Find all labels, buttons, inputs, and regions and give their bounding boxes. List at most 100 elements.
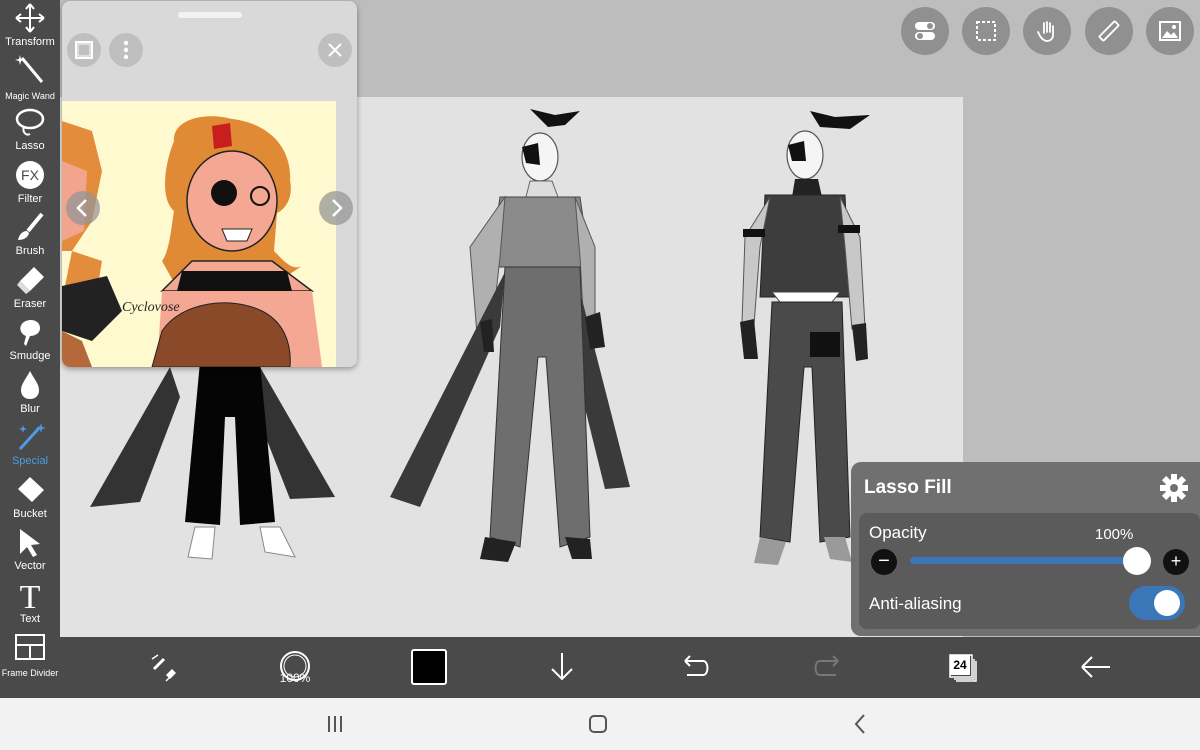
home-icon <box>589 715 607 733</box>
fx-glyph: FX <box>21 167 40 183</box>
recent-apps-icon <box>328 716 342 732</box>
toggle-switches-icon <box>915 22 935 40</box>
reference-artwork: Cyclovose <box>62 116 322 367</box>
swap-brush-eraser-icon <box>151 654 176 682</box>
reference-window[interactable]: Cyclovose <box>62 1 357 367</box>
tool-label: Brush <box>15 245 45 257</box>
gear-icon[interactable] <box>1158 472 1190 504</box>
tool-magic-wand[interactable]: Magic Wand <box>0 52 60 104</box>
tool-brush[interactable]: Brush <box>0 209 60 261</box>
tool-text[interactable]: T Text <box>0 577 60 629</box>
selection-button[interactable] <box>962 7 1010 55</box>
more-vertical-icon <box>123 40 129 60</box>
tool-label: Vector <box>14 560 46 572</box>
undo-icon <box>684 655 709 676</box>
tool-filter[interactable]: FX Filter <box>0 157 60 209</box>
reference-next-button[interactable] <box>319 191 353 225</box>
tool-label: Special <box>11 455 49 467</box>
move-arrows-icon <box>15 3 45 33</box>
brush-eraser-swap-button[interactable] <box>140 647 184 687</box>
brush-size-button[interactable]: 100% <box>273 647 317 687</box>
selection-marquee-icon <box>976 21 996 41</box>
chevron-left-icon <box>76 199 87 217</box>
reference-signature: Cyclovose <box>122 300 180 315</box>
tool-smudge[interactable]: Smudge <box>0 314 60 366</box>
ibispaint-screen: Cyclovose Transform Magic Wand Lasso FX … <box>0 0 1200 750</box>
lasso-icon <box>15 108 45 136</box>
tool-label: Bucket <box>13 508 47 520</box>
close-icon <box>328 43 342 57</box>
redo-icon <box>814 655 839 676</box>
tool-label: Text <box>19 613 41 625</box>
brush-icon <box>18 212 44 240</box>
bucket-icon <box>18 477 44 502</box>
sparkle-wand-icon <box>18 423 46 451</box>
home-button[interactable] <box>583 710 613 738</box>
tool-label: Blur <box>20 403 40 415</box>
tool-label: Smudge <box>9 350 51 362</box>
eraser-icon <box>17 267 44 294</box>
opacity-value: 100% <box>1095 526 1134 543</box>
recent-apps-button[interactable] <box>320 710 350 738</box>
tool-bucket[interactable]: Bucket <box>0 472 60 524</box>
opacity-slider-thumb[interactable] <box>1123 547 1151 575</box>
reference-frame-button[interactable] <box>67 33 101 67</box>
antialias-label: Anti-aliasing <box>869 594 962 613</box>
image-material-icon <box>1159 21 1181 41</box>
tool-label: Filter <box>17 193 43 205</box>
tool-label: Frame Divider <box>1 668 59 678</box>
tool-frame-divider[interactable]: Frame Divider <box>0 629 60 681</box>
figure-one <box>90 362 335 560</box>
antialias-toggle[interactable] <box>1129 586 1185 620</box>
tool-label: Lasso <box>15 140 45 152</box>
system-nav-bar <box>0 698 1200 750</box>
tool-label: Transform <box>5 36 55 48</box>
tool-special[interactable]: Special <box>0 419 60 471</box>
arrow-left-icon <box>1081 656 1110 678</box>
text-t-icon: T <box>20 579 41 616</box>
cursor-arrow-icon <box>20 529 40 557</box>
download-button[interactable] <box>540 647 584 687</box>
color-swatch[interactable] <box>411 649 447 685</box>
frame-square-icon <box>75 41 93 59</box>
reference-prev-button[interactable] <box>66 191 100 225</box>
toggle-switches-button[interactable] <box>901 7 949 55</box>
tool-label: Eraser <box>13 298 47 310</box>
opacity-decrease-button[interactable]: − <box>871 549 897 575</box>
bottom-toolbar: 100% 24 <box>60 637 1200 698</box>
back-button[interactable] <box>846 710 876 738</box>
magic-wand-icon <box>15 55 44 83</box>
tool-vector[interactable]: Vector <box>0 524 60 576</box>
hand-touch-icon <box>1037 21 1054 42</box>
lasso-fill-panel: Lasso Fill Opacity 100% − + Anti-aliasin… <box>851 462 1200 636</box>
redo-button[interactable] <box>806 647 850 687</box>
tool-blur[interactable]: Blur <box>0 367 60 419</box>
back-arrow-button[interactable] <box>1074 647 1118 687</box>
arrow-down-icon <box>551 653 573 681</box>
reference-menu-button[interactable] <box>109 33 143 67</box>
material-button[interactable] <box>1146 7 1194 55</box>
smudge-icon <box>20 320 40 346</box>
fx-icon: FX <box>16 161 44 189</box>
opacity-slider[interactable] <box>910 557 1140 564</box>
brush-size-label: 100% <box>279 671 311 685</box>
figure-two <box>390 109 630 562</box>
tool-toolbar: Transform Magic Wand Lasso FX Filter Bru… <box>0 0 60 698</box>
ruler-button[interactable] <box>1085 7 1133 55</box>
opacity-label: Opacity <box>869 523 927 542</box>
opacity-increase-button[interactable]: + <box>1163 549 1189 575</box>
chevron-right-icon <box>332 199 343 217</box>
lasso-settings: Opacity 100% − + Anti-aliasing <box>859 513 1200 629</box>
tool-lasso[interactable]: Lasso <box>0 104 60 156</box>
ruler-icon <box>1098 20 1120 42</box>
tool-label: Magic Wand <box>5 91 55 101</box>
tool-transform[interactable]: Transform <box>0 0 60 52</box>
tool-eraser[interactable]: Eraser <box>0 262 60 314</box>
back-icon <box>854 714 865 734</box>
hand-touch-button[interactable] <box>1023 7 1071 55</box>
reference-image: Cyclovose <box>62 101 336 367</box>
drag-handle[interactable] <box>178 12 242 18</box>
undo-button[interactable] <box>673 647 717 687</box>
text-glyph: T <box>20 579 41 611</box>
reference-close-button[interactable] <box>318 33 352 67</box>
